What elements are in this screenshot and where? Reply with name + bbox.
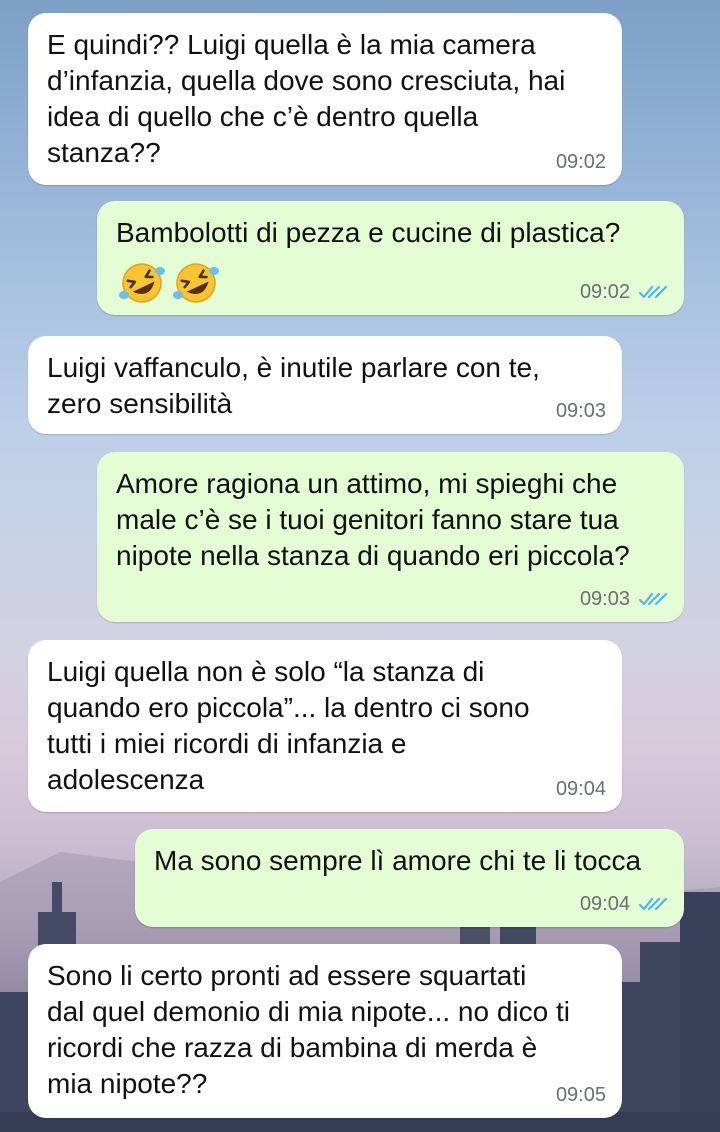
message-bubble-incoming[interactable]: E quindi?? Luigi quella è la mia camera … [28,13,622,185]
message-bubble-outgoing[interactable]: Amore ragiona un attimo, mi spieghi che … [97,452,684,622]
message-text: E quindi?? Luigi quella è la mia camera … [47,29,566,168]
message-timestamp: 09:04 [579,893,630,915]
rolling-on-floor-laughing-emoji-icon [173,263,219,303]
message-bubble-outgoing[interactable]: Bambolotti di pezza e cucine di plastica… [97,201,684,315]
read-double-check-icon [638,897,668,911]
message-timestamp: 09:02 [555,151,606,173]
read-double-check-icon [638,592,668,606]
message-timestamp: 09:03 [555,400,606,422]
message-text: Luigi vaffanculo, è inutile parlare con … [47,352,540,419]
message-bubble-outgoing[interactable]: Ma sono sempre lì amore chi te li tocca … [135,829,684,927]
message-timestamp: 09:03 [579,588,630,610]
message-bubble-incoming[interactable]: Luigi vaffanculo, è inutile parlare con … [28,336,622,434]
read-double-check-icon [638,285,668,299]
message-text: Amore ragiona un attimo, mi spieghi che … [116,468,630,571]
message-text: Sono li certo pronti ad essere squartati… [47,960,570,1099]
message-bubble-incoming[interactable]: Sono li certo pronti ad essere squartati… [28,944,622,1118]
message-timestamp: 09:02 [579,281,630,303]
message-text: Bambolotti di pezza e cucine di plastica… [116,217,621,248]
emoji-row [116,261,222,305]
message-bubble-incoming[interactable]: Luigi quella non è solo “la stanza di qu… [28,640,622,812]
message-timestamp: 09:05 [555,1084,606,1106]
message-text: Luigi quella non è solo “la stanza di qu… [47,656,530,795]
rolling-on-floor-laughing-emoji-icon [119,263,165,303]
message-text: Ma sono sempre lì amore chi te li tocca [154,845,642,876]
message-timestamp: 09:04 [555,778,606,800]
